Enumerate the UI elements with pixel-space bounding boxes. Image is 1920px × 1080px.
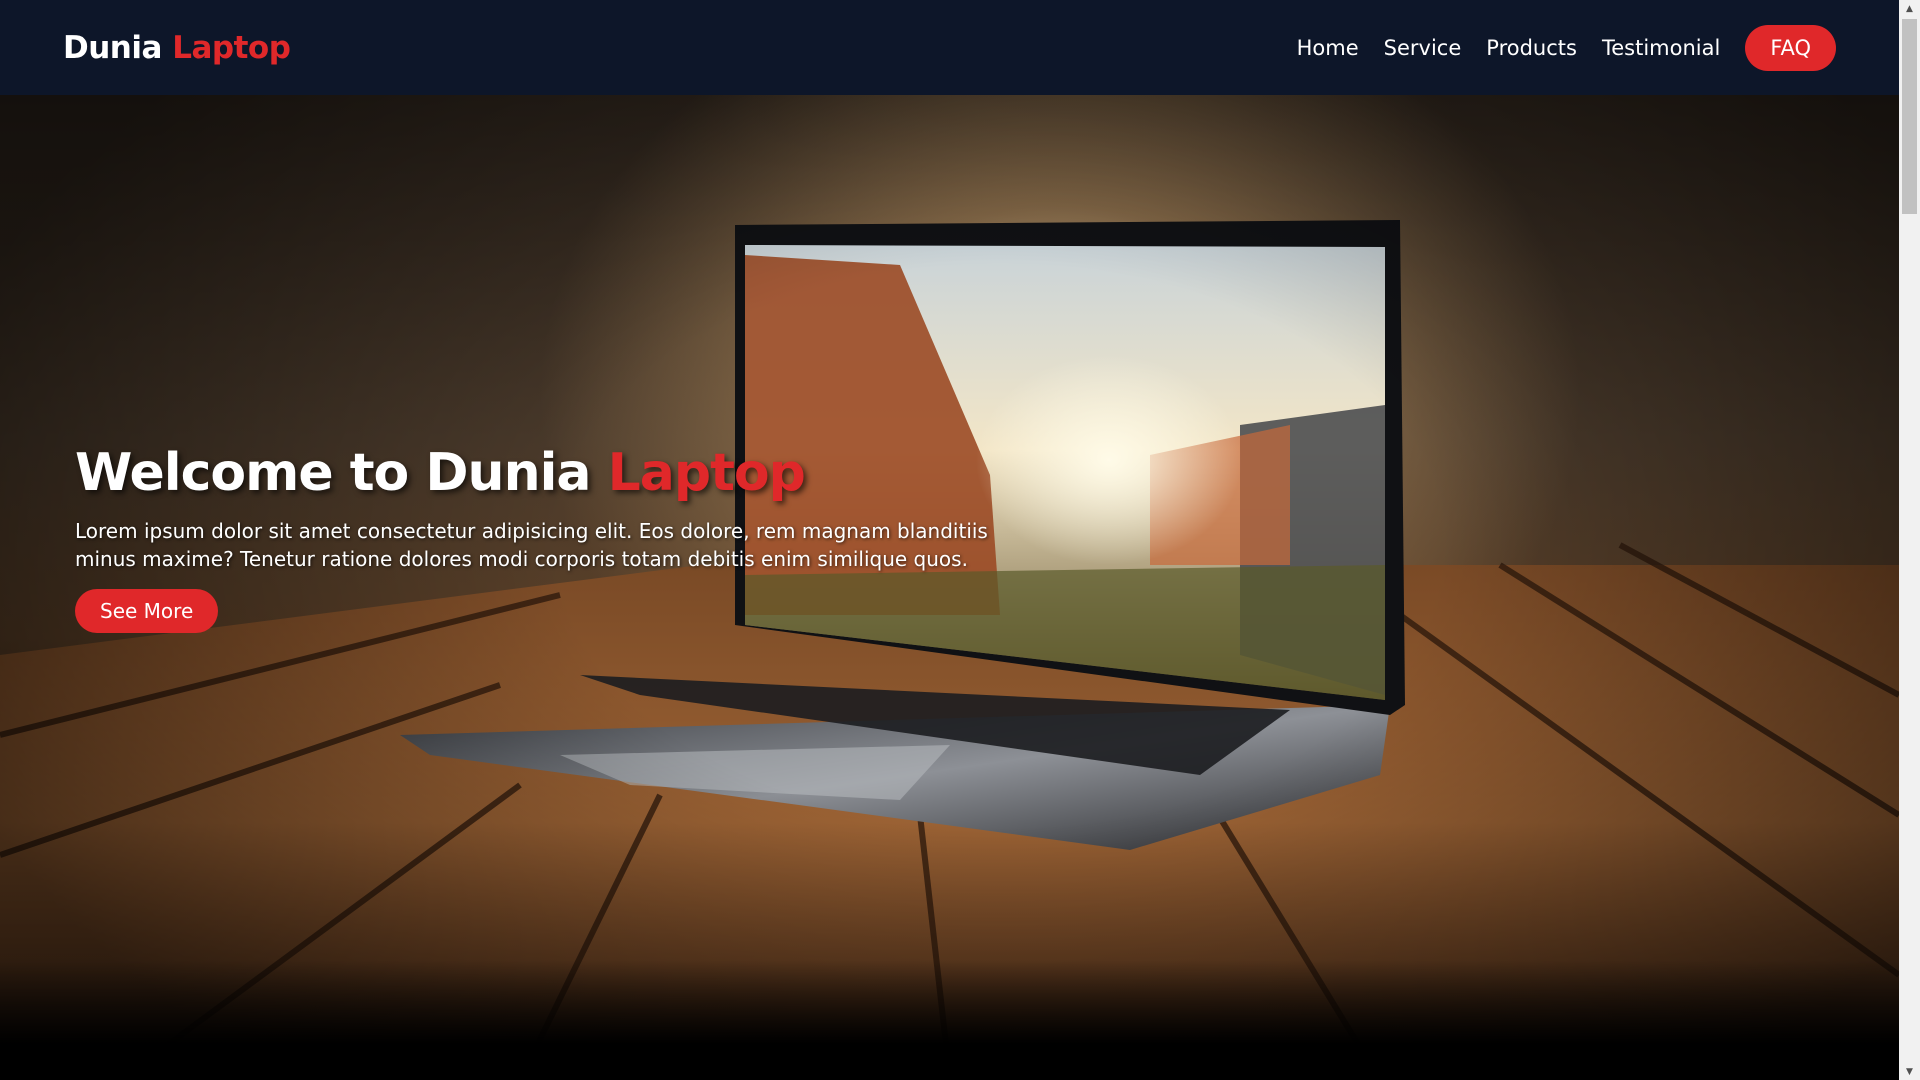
- logo-text-accent: Laptop: [172, 29, 291, 66]
- main-nav: Home Service Products Testimonial FAQ: [1297, 24, 1836, 71]
- scrollbar[interactable]: ▲ ▼: [1899, 0, 1920, 1080]
- nav-link-service[interactable]: Service: [1384, 36, 1462, 60]
- navbar: Dunia Laptop Home Service Products Testi…: [0, 0, 1899, 95]
- hero-section: Welcome to Dunia Laptop Lorem ipsum dolo…: [0, 95, 1899, 1080]
- nav-link-testimonial[interactable]: Testimonial: [1602, 36, 1720, 60]
- logo-text-primary: Dunia: [63, 29, 162, 66]
- hero-content: Welcome to Dunia Laptop Lorem ipsum dolo…: [75, 443, 1035, 633]
- nav-link-home[interactable]: Home: [1297, 36, 1359, 60]
- scrollbar-thumb[interactable]: [1902, 19, 1917, 214]
- arrow-down-icon[interactable]: ▼: [1899, 1063, 1920, 1080]
- page: Dunia Laptop Home Service Products Testi…: [0, 0, 1920, 1080]
- hero-bottom-fade: [0, 960, 1899, 1080]
- hero-title-primary: Welcome to Dunia: [75, 443, 592, 503]
- hero-title-accent: Laptop: [607, 443, 806, 503]
- see-more-button[interactable]: See More: [75, 589, 219, 633]
- hero-title: Welcome to Dunia Laptop: [75, 443, 1035, 503]
- site-logo[interactable]: Dunia Laptop: [63, 29, 291, 66]
- hero-description: Lorem ipsum dolor sit amet consectetur a…: [75, 519, 988, 571]
- nav-link-products[interactable]: Products: [1486, 36, 1577, 60]
- arrow-up-icon[interactable]: ▲: [1899, 0, 1920, 17]
- faq-button[interactable]: FAQ: [1745, 24, 1836, 71]
